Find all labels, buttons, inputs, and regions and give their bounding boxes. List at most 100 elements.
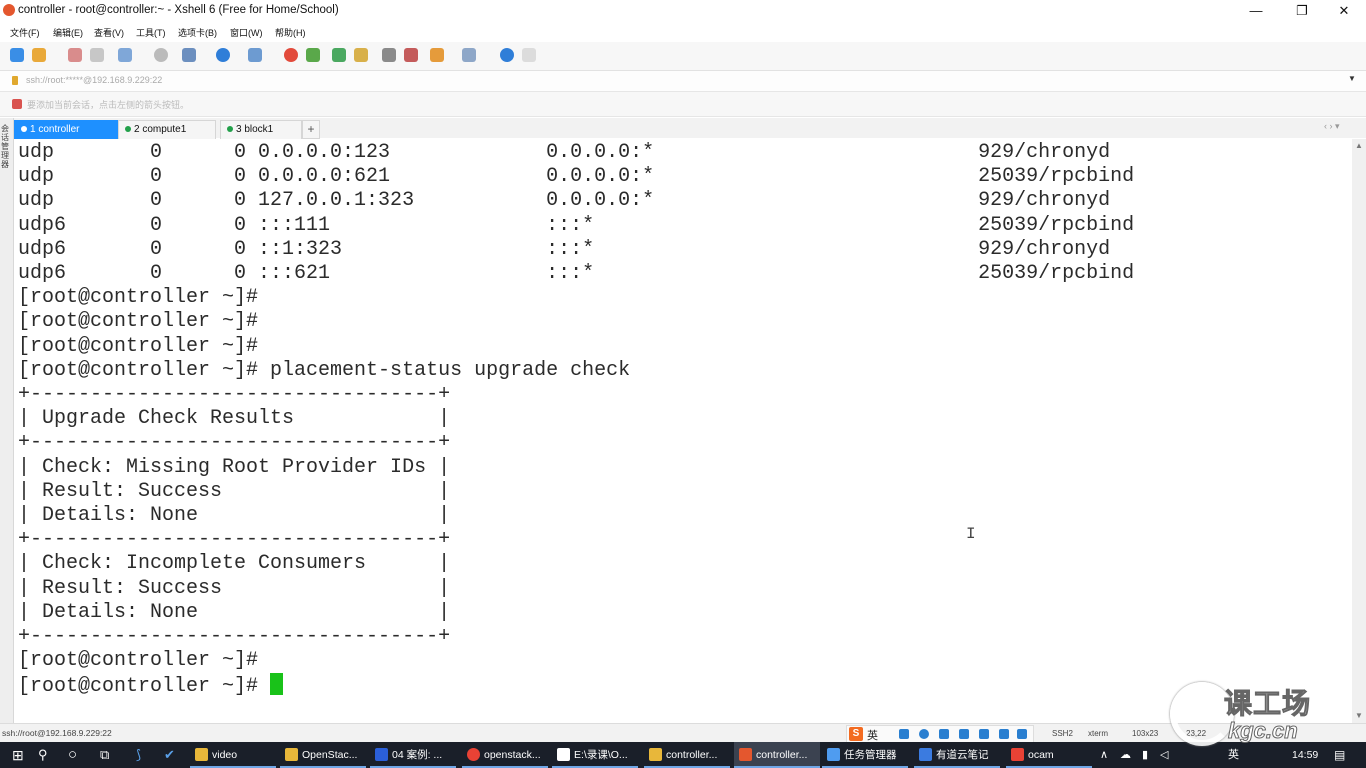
new-session-icon[interactable] <box>10 48 24 62</box>
terminal-line: | Check: Incomplete Consumers | <box>18 552 451 576</box>
taskbar-app-word[interactable]: 04 案例: ... <box>370 742 456 768</box>
tab-compute1[interactable]: 2 compute1 <box>118 120 216 139</box>
menu-edit[interactable]: 编辑(E) <box>53 26 83 39</box>
fullscreen-icon[interactable] <box>332 48 346 62</box>
session-manager-strip[interactable]: 会话管理器 <box>0 118 14 723</box>
terminal-screen[interactable]: udp 0 0 0.0.0.0:123 0.0.0.0:* 929/chrony… <box>14 139 1352 723</box>
font-icon[interactable] <box>248 48 262 62</box>
minimize-button[interactable]: — <box>1234 0 1278 22</box>
xftp-icon[interactable] <box>284 48 298 62</box>
folder-icon <box>285 748 298 761</box>
taskbar-app-chrome[interactable]: openstack... <box>462 742 548 768</box>
properties-icon[interactable] <box>118 48 132 62</box>
menu-file[interactable]: 文件(F) <box>10 26 40 39</box>
terminal-line: [root@controller ~]# <box>18 334 259 358</box>
open-folder-icon[interactable] <box>32 48 46 62</box>
link-icon[interactable] <box>68 48 82 62</box>
taskbar-app-label: video <box>212 749 238 761</box>
windows-start-icon[interactable]: ⊞ <box>12 742 24 768</box>
window-title: controller - root@controller:~ - Xshell … <box>18 4 339 16</box>
tab-block1[interactable]: 3 block1 <box>220 120 302 139</box>
chat-icon[interactable] <box>522 48 536 62</box>
keyboard-icon[interactable] <box>382 48 396 62</box>
terminal-line: [root@controller ~]# <box>18 286 259 310</box>
tab-label: 2 compute1 <box>134 124 187 135</box>
taskbar-app-controller-1[interactable]: controller... <box>644 742 730 768</box>
battery-icon[interactable]: ▮ <box>1142 742 1148 768</box>
terminal-line: +----------------------------------+ <box>18 625 451 649</box>
print-icon[interactable] <box>182 48 196 62</box>
taskbar-app-label: controller... <box>756 749 808 761</box>
taskbar-app-openstack-folder[interactable]: OpenStac... <box>280 742 366 768</box>
xshell-icon[interactable] <box>306 48 320 62</box>
sogou-ime-icon[interactable]: S <box>849 727 863 741</box>
xshell-icon <box>649 748 662 761</box>
tab-navigation[interactable]: ‹ › ▾ <box>1324 121 1340 132</box>
close-button[interactable]: ✕ <box>1322 0 1366 22</box>
ime-language[interactable]: 英 <box>867 727 878 743</box>
word-icon <box>375 748 388 761</box>
search-icon[interactable]: ⚲ <box>38 742 48 768</box>
menu-window[interactable]: 窗口(W) <box>230 26 263 39</box>
taskbar-app-label: 有道云笔记 <box>936 749 989 761</box>
taskbar-app-explorer[interactable]: E:\录课\O... <box>552 742 638 768</box>
cortana-icon[interactable]: ○ <box>68 742 77 768</box>
terminal-type-label: xterm <box>1088 729 1108 738</box>
terminal-line: +----------------------------------+ <box>18 528 451 552</box>
taskbar-app-video[interactable]: video <box>190 742 276 768</box>
task-view-icon[interactable]: ⧉ <box>100 742 109 768</box>
layout-icon[interactable] <box>462 48 476 62</box>
taskbar-app-youdao-note[interactable]: 有道云笔记 <box>914 742 1000 768</box>
address-dropdown-icon[interactable]: ▼ <box>1348 74 1356 83</box>
keyboard-icon[interactable] <box>959 729 969 739</box>
new-tab-button[interactable]: + <box>302 120 320 139</box>
cloud-icon[interactable]: ☁ <box>1120 742 1131 768</box>
terminal-output: udp 0 0 0.0.0.0:123 0.0.0.0:* 929/chrony… <box>18 141 1134 700</box>
address-input[interactable]: ssh://root:*****@192.168.9.229:22 <box>26 75 162 85</box>
scroll-up-icon[interactable]: ▲ <box>1352 139 1366 153</box>
skin-icon[interactable] <box>999 729 1009 739</box>
microphone-icon[interactable] <box>939 729 949 739</box>
lock-icon[interactable] <box>354 48 368 62</box>
volume-icon[interactable]: ◁ <box>1160 742 1168 768</box>
scroll-down-icon[interactable]: ▼ <box>1352 709 1366 723</box>
taskbar-app-label: 04 案例: ... <box>392 749 443 761</box>
search-icon[interactable] <box>154 48 168 62</box>
terminal-scrollbar[interactable]: ▲ ▼ <box>1352 139 1366 723</box>
globe-icon[interactable] <box>216 48 230 62</box>
terminal-line: | Details: None | <box>18 504 451 528</box>
compose-icon[interactable] <box>430 48 444 62</box>
taskbar-app-controller-2[interactable]: controller... <box>734 742 820 768</box>
taskbar-app-ocam[interactable]: ocam <box>1006 742 1092 768</box>
pinned-check-icon[interactable]: ✔ <box>164 742 175 768</box>
punctuation-icon[interactable] <box>899 729 909 739</box>
help-icon[interactable] <box>500 48 514 62</box>
text-cursor-ibeam: I <box>966 525 976 543</box>
ime-toolbar[interactable]: S 英 <box>846 725 1034 743</box>
pinned-app-icon[interactable]: ⟆ <box>136 742 141 768</box>
menu-view[interactable]: 查看(V) <box>94 26 124 39</box>
menu-help[interactable]: 帮助(H) <box>275 26 306 39</box>
terminal-line: | Check: Missing Root Provider IDs | <box>18 455 451 479</box>
connected-status-icon <box>227 125 233 132</box>
emoji-icon[interactable] <box>919 729 929 739</box>
terminal-line: | Result: Success | <box>18 479 451 503</box>
maximize-button[interactable]: ❐ <box>1280 0 1324 22</box>
menu-bar: 文件(F) 编辑(E) 查看(V) 工具(T) 选项卡(B) 窗口(W) 帮助(… <box>0 22 1366 42</box>
taskbar-app-label: controller... <box>666 749 718 761</box>
toolbox-icon[interactable] <box>1017 729 1027 739</box>
script-icon[interactable] <box>404 48 418 62</box>
taskbar-app-task-manager[interactable]: 任务管理器 <box>822 742 908 768</box>
status-bar: ssh://root@192.168.9.229:22 S 英 SSH2 xte… <box>0 723 1366 743</box>
disconnect-icon[interactable] <box>90 48 104 62</box>
add-session-arrow-icon[interactable] <box>12 99 22 109</box>
terminal-cursor <box>270 673 284 696</box>
tab-controller[interactable]: 1 controller <box>14 120 118 139</box>
tray-expand-icon[interactable]: ∧ <box>1100 742 1108 768</box>
menu-tools[interactable]: 工具(T) <box>136 26 166 39</box>
user-icon[interactable] <box>979 729 989 739</box>
taskbar-app-label: ocam <box>1028 749 1054 761</box>
protocol-label: SSH2 <box>1052 729 1073 738</box>
tab-label: 3 block1 <box>236 124 274 135</box>
menu-tabs[interactable]: 选项卡(B) <box>178 26 217 39</box>
